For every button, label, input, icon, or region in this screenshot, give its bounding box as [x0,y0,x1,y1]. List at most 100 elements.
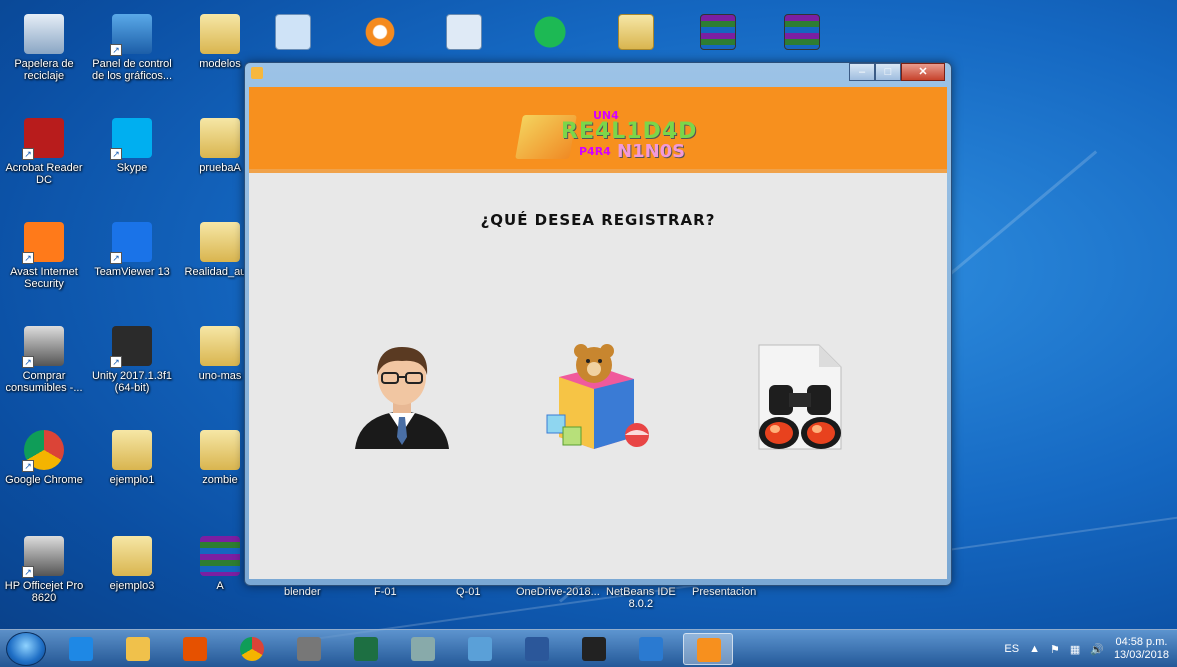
printer-icon: ↗ [22,536,64,578]
app-icon [251,67,263,79]
chrome-icon: ↗ [22,430,64,472]
folder-icon [200,326,240,366]
teamviewer-icon: ↗ [110,222,152,264]
taskbar: ES ▲ ⚑ ▦ 🔊 04:58 p.m. 13/03/2018 [0,629,1177,667]
network-icon[interactable]: ▦ [1070,643,1080,656]
taskbar-button[interactable] [512,633,562,665]
teacher-user-option[interactable] [347,337,457,457]
desktop-icon[interactable]: ↗ Avast Internet Security [2,222,86,290]
maximize-button[interactable]: □ [875,63,901,81]
winrar-icon[interactable] [784,14,820,50]
spotify-icon[interactable] [532,14,568,50]
printer-icon: ↗ [22,326,64,368]
taskbar-button[interactable] [398,633,448,665]
taskbar-button[interactable] [626,633,676,665]
taskbar-button[interactable] [341,633,391,665]
snipping-icon [411,637,435,661]
adobe-app-icon[interactable] [275,14,311,50]
shortcut-arrow-icon: ↗ [110,252,122,264]
photo-viewer-icon [468,637,492,661]
unity-icon [582,637,606,661]
action-center-icon[interactable]: ⚑ [1050,643,1060,656]
desktop-icon[interactable]: ↗ Panel de control de los gráficos... [90,14,174,82]
desktop-icon[interactable]: ↗ TeamViewer 13 [90,222,174,278]
folder-icon [200,14,240,54]
search-option[interactable] [745,337,855,457]
ie-icon [69,637,93,661]
chrome-icon [240,637,264,661]
taskbar-button[interactable] [227,633,277,665]
desktop-icon[interactable]: ↗ Acrobat Reader DC [2,118,86,186]
desktop-label-presentacion[interactable]: Presentacion [692,586,756,598]
desktop-icon-label: Google Chrome [5,474,83,486]
skype-icon: ↗ [110,118,152,160]
desktop-icon-label: Unity 2017.1.3f1 (64-bit) [91,370,173,394]
volume-icon[interactable]: 🔊 [1090,643,1104,656]
blender-icon[interactable] [362,14,398,50]
folder-icon[interactable] [618,14,654,50]
desktop-icon[interactable]: ↗ HP Officejet Pro 8620 [2,536,86,604]
acrobat-icon: ↗ [22,118,64,160]
shortcut-arrow-icon: ↗ [110,148,122,160]
desktop-icon-label: ejemplo3 [109,580,155,592]
taskbar-button[interactable] [569,633,619,665]
start-button[interactable] [6,632,46,666]
desktop-icon[interactable]: ejemplo3 [90,536,174,592]
folder-icon [200,430,240,470]
media-player-icon [183,637,207,661]
children-option[interactable] [539,337,649,457]
desktop-icon-label: ejemplo1 [109,474,155,486]
desktop-label-onedrive[interactable]: OneDrive-2018... [516,586,600,598]
desktop-icon[interactable]: ↗ Skype [90,118,174,174]
intel-graphics-icon: ↗ [110,14,152,56]
window-titlebar[interactable]: – □ ✕ [245,63,951,85]
desktop-icon[interactable]: ejemplo1 [90,430,174,486]
desktop-label-f01[interactable]: F-01 [374,586,397,598]
vscode-icon [639,637,663,661]
desktop-icon[interactable]: ↗ Google Chrome [2,430,86,486]
shortcut-arrow-icon: ↗ [110,44,122,56]
taskbar-button[interactable] [683,633,733,665]
language-indicator[interactable]: ES [1004,643,1019,655]
desktop-label-q01[interactable]: Q-01 [456,586,480,598]
word-icon [525,637,549,661]
doc-icon[interactable] [446,14,482,50]
businessman-icon [355,347,449,449]
desktop-icon-label: Avast Internet Security [10,266,78,290]
show-hidden-icons-icon[interactable]: ▲ [1029,643,1040,655]
unity-icon: ↗ [110,326,152,368]
binoculars-icon [758,344,842,450]
taskbar-button[interactable] [170,633,220,665]
app-logo: UN4 RE4L1D4D P4R4 N1N0S [515,95,696,169]
recycle-bin-icon [24,14,64,54]
folder-icon [112,430,152,470]
explorer-icon [126,637,150,661]
desktop-icon-label: TeamViewer 13 [94,266,170,278]
desktop-icon-label: Panel de control de los gráficos... [91,58,173,82]
logo-text-4: N1N0S [617,141,686,162]
winrar-icon[interactable] [700,14,736,50]
desktop-label-netbeans[interactable]: NetBeans IDE 8.0.2 [606,586,676,610]
page-title: ¿QUÉ DESEA REGISTRAR? [480,211,716,229]
folder-icon [200,222,240,262]
desktop-icon-label: Acrobat Reader DC [5,162,83,186]
taskbar-button[interactable] [113,633,163,665]
desktop-icon[interactable]: ↗ Unity 2017.1.3f1 (64-bit) [90,326,174,394]
taskbar-button[interactable] [455,633,505,665]
minimize-button[interactable]: – [849,63,875,81]
desktop-icon[interactable]: Papelera de reciclaje [2,14,86,82]
taskbar-button[interactable] [284,633,334,665]
desktop-label-blender[interactable]: blender [284,586,321,598]
folder-icon [200,118,240,158]
scanner-icon [297,637,321,661]
system-tray: ES ▲ ⚑ ▦ 🔊 04:58 p.m. 13/03/2018 [1004,630,1169,667]
shortcut-arrow-icon: ↗ [22,566,34,578]
clock[interactable]: 04:58 p.m. 13/03/2018 [1114,636,1169,662]
shortcut-arrow-icon: ↗ [22,252,34,264]
close-button[interactable]: ✕ [901,63,945,81]
app-window: – □ ✕ UN4 RE4L1D4D P4R4 N1N0S ¿QUÉ DESEA… [244,62,952,586]
winrar-icon [200,536,240,576]
desktop-icon[interactable]: ↗ Comprar consumibles -... [2,326,86,394]
taskbar-button[interactable] [56,633,106,665]
shortcut-arrow-icon: ↗ [22,460,34,472]
